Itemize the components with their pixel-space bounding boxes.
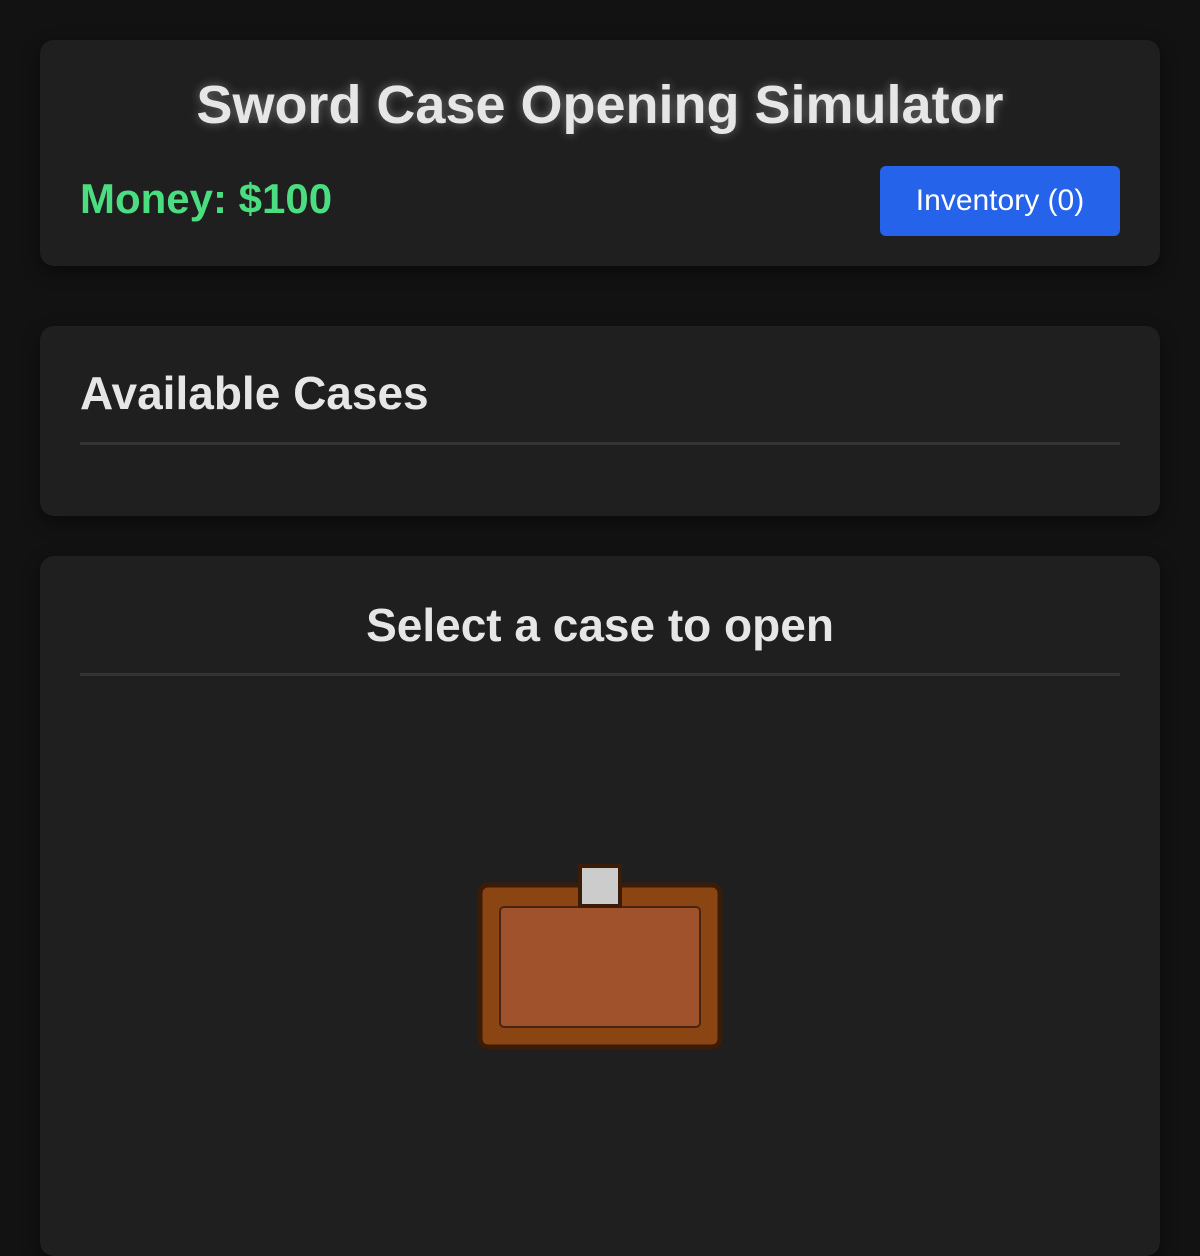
money-display: Money: $100	[80, 175, 333, 222]
case-opener-title: Select a case to open	[366, 599, 834, 651]
case-opener-card: Select a case to open	[40, 556, 1160, 1256]
section-divider	[80, 442, 1120, 445]
available-cases-card: Available Cases	[40, 326, 1160, 516]
available-cases-title: Available Cases	[80, 367, 429, 419]
header-card: Sword Case Opening Simulator Money: $100…	[40, 40, 1160, 266]
app-title: Sword Case Opening Simulator	[196, 75, 1004, 135]
opener-divider	[80, 673, 1120, 676]
inventory-button[interactable]: Inventory (0)	[880, 166, 1120, 236]
briefcase-icon[interactable]	[477, 862, 723, 1052]
